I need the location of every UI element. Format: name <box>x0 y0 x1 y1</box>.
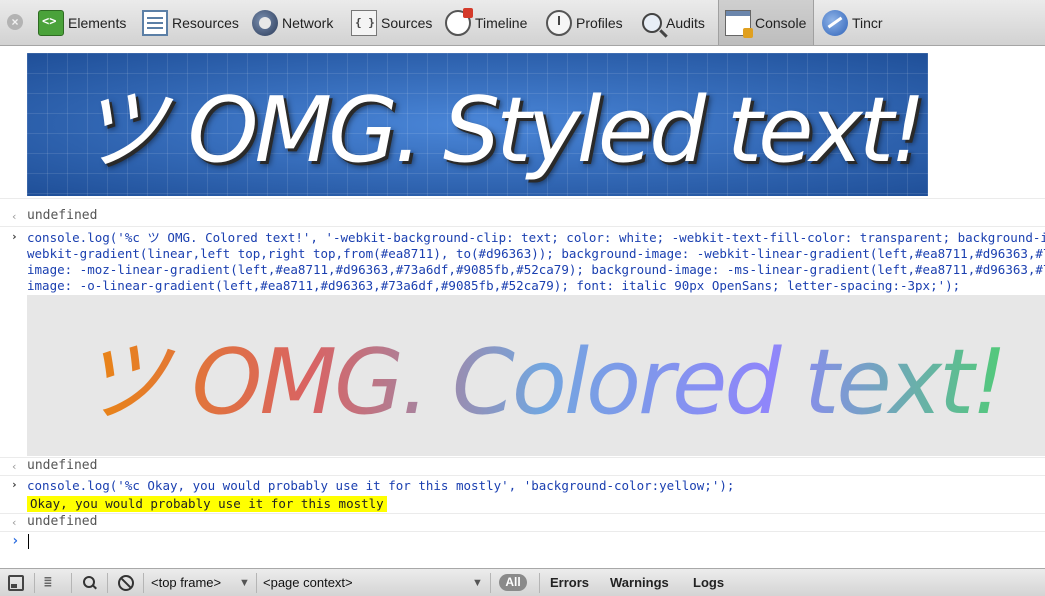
frame-select[interactable]: <top frame> ▼ <box>151 574 251 592</box>
result-arrow-icon: ‹ <box>11 460 18 473</box>
divider <box>256 573 257 593</box>
console-icon <box>725 9 753 38</box>
command-arrow-icon: › <box>11 230 18 243</box>
tab-elements[interactable]: Elements <box>38 0 126 45</box>
filter-warnings-button[interactable]: Warnings <box>610 574 669 592</box>
log-output-yellow: Okay, you would probably use it for this… <box>27 496 387 512</box>
devtools-toolbar: × Elements Resources Network Sources Tim… <box>0 0 1045 46</box>
colored-text-output: ツ OMG. Colored text! <box>27 295 1045 456</box>
search-icon[interactable] <box>82 575 98 591</box>
result-value: undefined <box>27 208 98 223</box>
tab-audits[interactable]: Audits <box>642 0 705 45</box>
tab-label: Resources <box>172 14 239 31</box>
tab-label: Sources <box>381 14 433 31</box>
prompt-arrow-icon: › <box>11 533 20 549</box>
tab-label: Elements <box>68 14 127 31</box>
row-divider <box>0 531 1045 532</box>
drawer-icon[interactable]: ≣ <box>44 575 60 591</box>
resources-icon <box>142 9 168 36</box>
chevron-down-icon: ▼ <box>472 577 483 589</box>
command-line[interactable]: webkit-gradient(linear,left top,right to… <box>27 246 1045 262</box>
elements-icon <box>38 9 64 36</box>
row-divider <box>0 226 1045 227</box>
tab-tincr[interactable]: Tincr <box>822 0 883 45</box>
audits-icon <box>642 12 662 33</box>
command-line[interactable]: console.log('%c ツ OMG. Colored text!', '… <box>27 230 1045 246</box>
close-icon[interactable]: × <box>7 14 23 30</box>
timeline-icon <box>445 7 473 36</box>
row-divider <box>0 513 1045 514</box>
row-divider <box>0 457 1045 458</box>
row-divider <box>0 475 1045 476</box>
result-arrow-icon: ‹ <box>11 210 18 223</box>
tab-network[interactable]: Network <box>252 0 333 45</box>
divider <box>490 573 491 593</box>
tab-label: Console <box>755 14 807 31</box>
divider <box>539 573 540 593</box>
network-icon <box>252 9 278 36</box>
tab-label: Tincr <box>852 14 883 31</box>
tab-console[interactable]: Console <box>718 0 815 45</box>
command-line[interactable]: image: -o-linear-gradient(left,#ea8711,#… <box>27 278 960 294</box>
result-value: undefined <box>27 458 98 473</box>
console-status-bar: ≣ <top frame> ▼ <page context> ▼ All Err… <box>0 568 1045 596</box>
command-line[interactable]: console.log('%c Okay, you would probably… <box>27 478 734 494</box>
chevron-down-icon: ▼ <box>239 577 250 589</box>
styled-text-output: ツ OMG. Styled text! <box>27 53 928 196</box>
filter-logs-button[interactable]: Logs <box>693 574 724 592</box>
row-divider <box>0 198 1045 199</box>
frame-select-value: <top frame> <box>151 575 222 590</box>
command-line[interactable]: image: -moz-linear-gradient(left,#ea8711… <box>27 262 1045 278</box>
colored-text: ツ OMG. Colored text! <box>79 309 1007 439</box>
filter-errors-button[interactable]: Errors <box>550 574 589 592</box>
context-select-value: <page context> <box>263 575 353 590</box>
filter-all-button[interactable]: All <box>499 574 527 591</box>
console-prompt-input[interactable] <box>28 534 29 549</box>
console-panel[interactable]: ツ OMG. Styled text! ‹ undefined › consol… <box>0 46 1045 568</box>
tab-label: Audits <box>666 14 705 31</box>
tab-resources[interactable]: Resources <box>142 0 239 45</box>
clear-console-icon[interactable] <box>118 575 134 591</box>
result-arrow-icon: ‹ <box>11 516 18 529</box>
tincr-icon <box>822 9 848 36</box>
result-value: undefined <box>27 514 98 529</box>
tab-sources[interactable]: Sources <box>351 0 432 45</box>
tab-profiles[interactable]: Profiles <box>546 0 623 45</box>
tab-label: Network <box>282 14 334 31</box>
tab-timeline[interactable]: Timeline <box>445 0 527 45</box>
profiles-icon <box>546 9 572 36</box>
sources-icon <box>351 9 377 36</box>
divider <box>107 573 108 593</box>
dock-icon[interactable] <box>8 575 24 591</box>
tab-label: Timeline <box>475 14 528 31</box>
divider <box>71 573 72 593</box>
context-select[interactable]: <page context> ▼ <box>263 574 485 592</box>
command-arrow-icon: › <box>11 478 18 491</box>
styled-text: ツ OMG. Styled text! <box>77 78 926 183</box>
divider <box>34 573 35 593</box>
divider <box>143 573 144 593</box>
tab-label: Profiles <box>576 14 623 31</box>
